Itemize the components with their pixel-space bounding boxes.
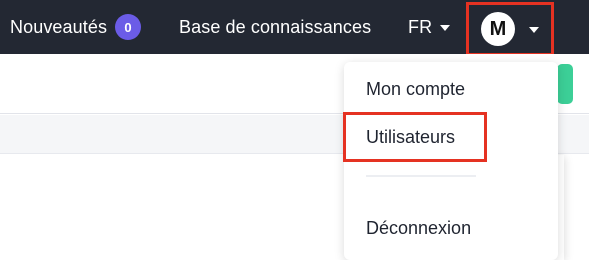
action-button[interactable] <box>557 64 573 104</box>
news-count-badge: 0 <box>115 14 142 40</box>
menu-item-logout[interactable]: Déconnexion <box>344 206 558 250</box>
app-window: Nouveautés 0 Base de connaissances FR M … <box>0 0 589 260</box>
knowledge-base-label: Base de connaissances <box>179 16 372 37</box>
menu-item-my-account[interactable]: Mon compte <box>344 67 558 111</box>
news-label: Nouveautés <box>10 16 108 37</box>
top-navbar: Nouveautés 0 Base de connaissances FR M <box>0 0 589 56</box>
language-selector[interactable]: FR <box>408 0 451 54</box>
menu-item-users[interactable]: Utilisateurs <box>343 112 487 162</box>
divider-line <box>366 175 476 177</box>
menu-item-label: Utilisateurs <box>366 126 456 147</box>
user-menu-toggle[interactable]: M <box>466 2 554 56</box>
user-dropdown-menu: Mon compte Utilisateurs Déconnexion <box>343 62 558 260</box>
news-link[interactable]: Nouveautés 0 <box>10 0 142 54</box>
chevron-down-icon <box>440 25 451 31</box>
menu-divider <box>344 162 558 190</box>
avatar: M <box>481 12 515 46</box>
language-label: FR <box>408 16 433 37</box>
chevron-down-icon <box>529 27 539 33</box>
knowledge-base-link[interactable]: Base de connaissances <box>179 0 371 54</box>
menu-item-label: Mon compte <box>366 78 466 99</box>
menu-item-label: Déconnexion <box>366 217 472 238</box>
